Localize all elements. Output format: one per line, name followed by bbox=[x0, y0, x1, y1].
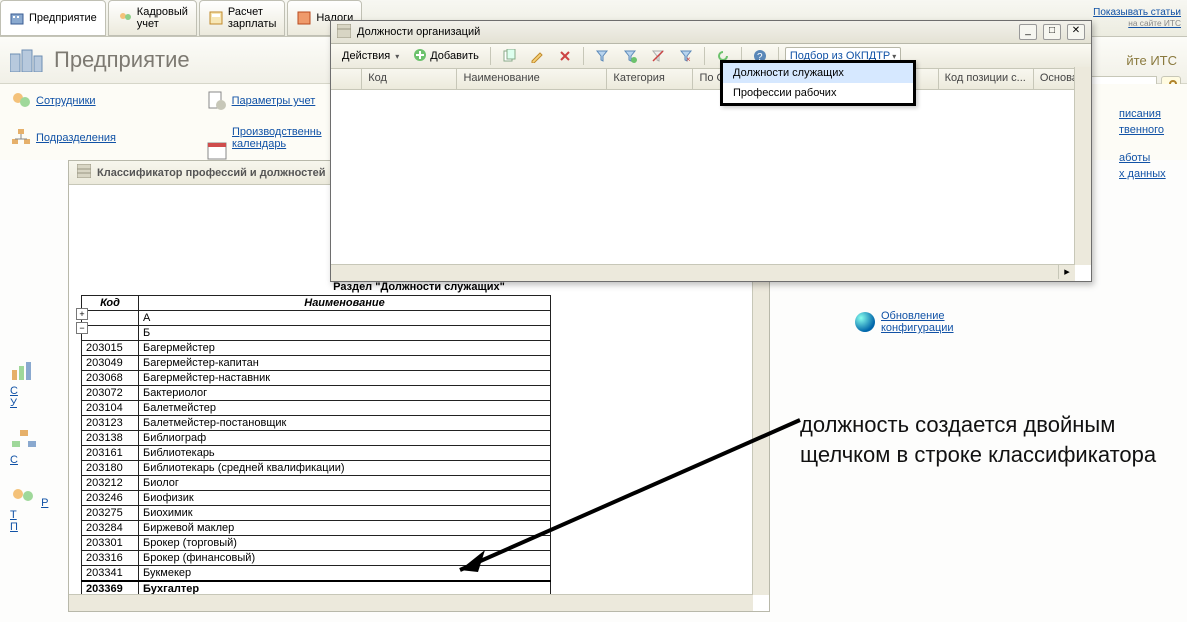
update-config-link[interactable]: Обновление конфигурации bbox=[855, 310, 954, 334]
positions-title: Должности организаций bbox=[357, 26, 480, 38]
its-search-label: йте ИТС bbox=[1126, 53, 1177, 68]
dropdown-item-positions[interactable]: Должности служащих bbox=[723, 63, 913, 83]
add-button[interactable]: Добавить bbox=[408, 45, 484, 68]
col-category[interactable]: Категория bbox=[607, 69, 693, 89]
toolbar-filter1-icon[interactable] bbox=[590, 46, 614, 66]
positions-scroll-h[interactable]: ▸ bbox=[331, 264, 1075, 281]
calc-icon bbox=[208, 10, 224, 26]
tab-enterprise[interactable]: Предприятие bbox=[0, 0, 106, 36]
people-small-icon bbox=[10, 486, 38, 506]
calendar-icon bbox=[206, 127, 228, 149]
svg-text:×: × bbox=[686, 55, 691, 63]
left-link-5[interactable]: Т bbox=[10, 509, 17, 521]
doc-gear-icon bbox=[206, 90, 228, 112]
plus-icon bbox=[413, 48, 427, 65]
link-subdivisions[interactable]: Подразделения bbox=[10, 127, 116, 149]
dropdown-item-professions[interactable]: Профессии рабочих bbox=[723, 83, 913, 103]
toolbar-copy-icon[interactable] bbox=[497, 46, 521, 66]
right-link-3[interactable]: аботы bbox=[1119, 150, 1179, 166]
its-search: йте ИТС bbox=[1126, 53, 1177, 68]
positions-titlebar[interactable]: Должности организаций _ □ ✕ bbox=[331, 21, 1091, 44]
toolbar-delete-icon[interactable] bbox=[553, 46, 577, 66]
table-row[interactable]: 203015Багермейстер bbox=[82, 341, 551, 356]
positions-window: Должности организаций _ □ ✕ Действия▾ До… bbox=[330, 20, 1092, 282]
left-link-3[interactable]: С bbox=[10, 454, 18, 466]
tree-expand-icon[interactable]: + bbox=[76, 308, 88, 320]
letter-row[interactable]: А bbox=[82, 311, 551, 326]
positions-toolbar: Действия▾ Добавить × ? Подбор из ОКПДТР▾ bbox=[331, 44, 1091, 69]
table-row[interactable]: 203072Бактериолог bbox=[82, 386, 551, 401]
classifier-section: Раздел "Должности служащих" bbox=[81, 281, 757, 293]
positions-grid-body[interactable] bbox=[331, 90, 1091, 260]
taxes-icon bbox=[296, 10, 312, 26]
buildings-icon bbox=[10, 48, 42, 72]
tree-collapse-icon[interactable]: − bbox=[76, 322, 88, 334]
link-employees[interactable]: Сотрудники bbox=[10, 90, 96, 112]
th-name: Наименование bbox=[139, 296, 551, 311]
positions-scroll-v[interactable] bbox=[1074, 67, 1091, 265]
building-icon bbox=[9, 10, 25, 26]
toolbar-filteroff-icon[interactable] bbox=[646, 46, 670, 66]
actions-menu[interactable]: Действия▾ bbox=[337, 47, 404, 65]
toolbar-edit-icon[interactable] bbox=[525, 46, 549, 66]
okpdtr-dropdown-menu: Должности служащих Профессии рабочих bbox=[720, 60, 916, 106]
left-link-1[interactable]: С bbox=[10, 385, 18, 397]
letter-row[interactable]: Б bbox=[82, 326, 551, 341]
col-poscode[interactable]: Код позиции с... bbox=[939, 69, 1034, 89]
close-button[interactable]: ✕ bbox=[1067, 24, 1085, 40]
its-hint[interactable]: Показывать статьина сайте ИТС bbox=[1093, 7, 1187, 29]
toolbar-filterclear-icon[interactable]: × bbox=[674, 46, 698, 66]
tree-buttons: + − bbox=[76, 308, 90, 334]
orgchart-icon bbox=[10, 429, 38, 451]
right-link-1[interactable]: писания bbox=[1119, 106, 1179, 122]
positions-grid-header: Код Наименование Категория По О Код пози… bbox=[331, 69, 1091, 90]
tab-salary[interactable]: Расчет зарплаты bbox=[199, 0, 285, 36]
col-name[interactable]: Наименование bbox=[457, 69, 607, 89]
link-prod-calendar[interactable]: Производственнь календарь bbox=[206, 126, 322, 150]
annotation-arrow bbox=[430, 400, 830, 600]
chart-icon bbox=[10, 360, 38, 382]
th-code: Код bbox=[82, 296, 139, 311]
toolbar-filter2-icon[interactable] bbox=[618, 46, 642, 66]
table-icon bbox=[337, 24, 351, 41]
col-marker[interactable] bbox=[331, 69, 362, 89]
employees-icon bbox=[10, 90, 32, 112]
maximize-button[interactable]: □ bbox=[1043, 24, 1061, 40]
right-partial-links: писания твенного аботы х данных bbox=[1119, 106, 1179, 182]
left-link-2[interactable]: У bbox=[10, 397, 17, 409]
left-partial-links: С У С Р Т П bbox=[10, 360, 60, 553]
annotation-text: должность создается двойным щелчком в ст… bbox=[800, 410, 1180, 470]
people-icon bbox=[117, 10, 133, 26]
page-title: Предприятие bbox=[54, 47, 190, 73]
left-link-6[interactable]: П bbox=[10, 521, 18, 533]
table-row[interactable]: 203068Багермейстер-наставник bbox=[82, 371, 551, 386]
org-tree-icon bbox=[10, 127, 32, 149]
tab-hr[interactable]: Кадровый учет bbox=[108, 0, 197, 36]
table-row[interactable]: 203049Багермейстер-капитан bbox=[82, 356, 551, 371]
table-icon bbox=[77, 164, 91, 181]
tab-label: Предприятие bbox=[29, 12, 97, 24]
minimize-button[interactable]: _ bbox=[1019, 24, 1037, 40]
left-link-4[interactable]: Р bbox=[41, 497, 48, 509]
tab-label: Расчет зарплаты bbox=[228, 6, 276, 30]
col-code[interactable]: Код bbox=[362, 69, 457, 89]
right-link-2[interactable]: твенного bbox=[1119, 122, 1179, 138]
tab-label: Кадровый учет bbox=[137, 6, 188, 30]
globe-icon bbox=[855, 312, 875, 332]
link-accounting-params[interactable]: Параметры учет bbox=[206, 90, 316, 112]
right-link-4[interactable]: х данных bbox=[1119, 166, 1179, 182]
